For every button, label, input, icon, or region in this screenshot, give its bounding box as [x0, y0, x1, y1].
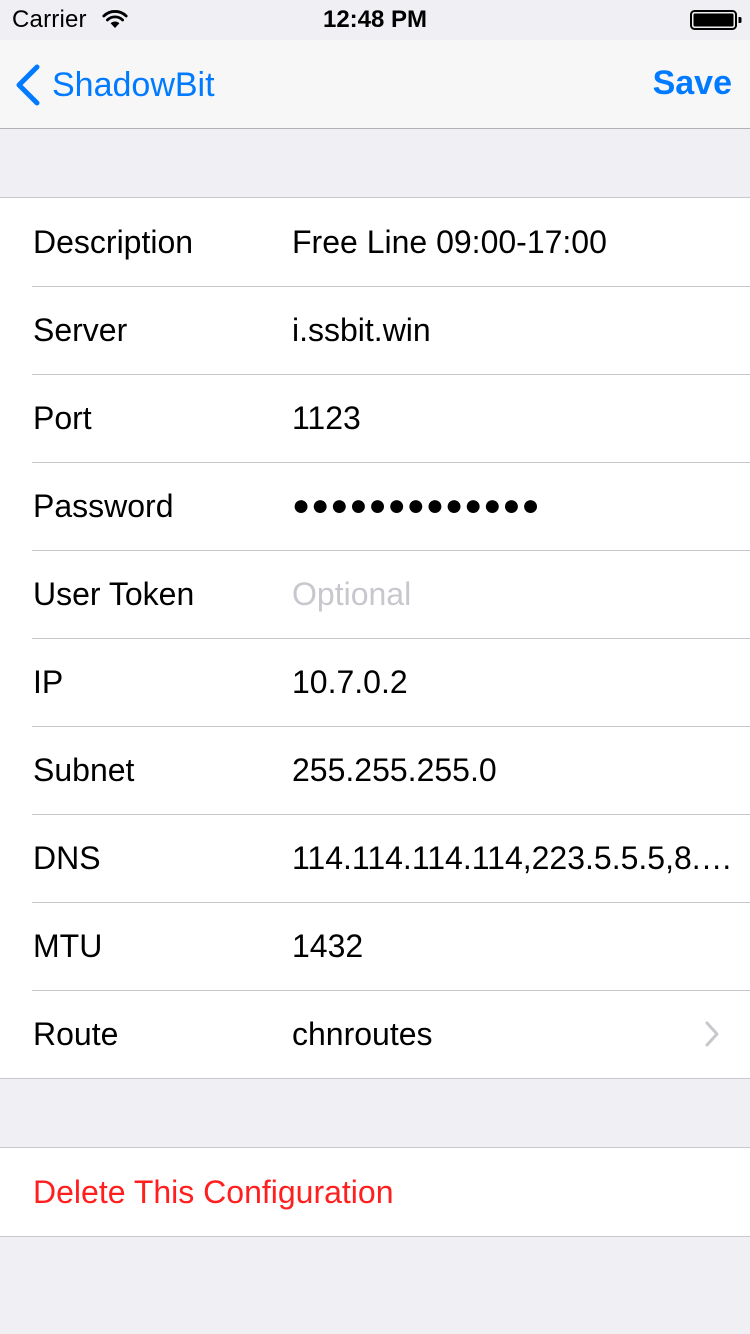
back-button[interactable]: ShadowBit [14, 62, 215, 108]
user-token-field[interactable]: Optional [292, 550, 750, 638]
save-button[interactable]: Save [653, 64, 732, 103]
dns-field[interactable]: 114.114.114.114,223.5.5.5,8.8… [292, 814, 750, 902]
dns-label: DNS [33, 840, 101, 876]
password-label: Password [33, 488, 174, 524]
route-value: chnroutes [292, 1016, 433, 1052]
configuration-form: Description Free Line 09:00-17:00 Server… [0, 197, 750, 1079]
delete-configuration-button[interactable]: Delete This Configuration [33, 1148, 394, 1236]
back-chevron-icon [16, 64, 40, 106]
status-bar: Carrier 12:48 PM [0, 0, 750, 40]
description-field[interactable]: Free Line 09:00-17:00 [292, 198, 750, 286]
description-row[interactable]: Description Free Line 09:00-17:00 [0, 198, 750, 286]
battery-icon [690, 10, 742, 30]
ip-row[interactable]: IP 10.7.0.2 [0, 638, 750, 726]
port-field[interactable]: 1123 [292, 374, 750, 462]
port-row[interactable]: Port 1123 [0, 374, 750, 462]
subnet-field[interactable]: 255.255.255.0 [292, 726, 750, 814]
chevron-right-icon [705, 1021, 719, 1047]
server-row[interactable]: Server i.ssbit.win [0, 286, 750, 374]
mtu-row[interactable]: MTU 1432 [0, 902, 750, 990]
navigation-bar: ShadowBit Save [0, 40, 750, 129]
password-field[interactable]: ●●●●●●●●●●●●● [292, 462, 750, 550]
mtu-field[interactable]: 1432 [292, 902, 750, 990]
ip-field[interactable]: 10.7.0.2 [292, 638, 750, 726]
route-row[interactable]: Route chnroutes [0, 990, 750, 1078]
user-token-label: User Token [33, 576, 195, 612]
server-label: Server [33, 312, 128, 348]
port-label: Port [33, 400, 92, 436]
ip-label: IP [33, 664, 64, 700]
dns-row[interactable]: DNS 114.114.114.114,223.5.5.5,8.8… [0, 814, 750, 902]
route-label: Route [33, 1016, 119, 1052]
status-time: 12:48 PM [322, 6, 428, 33]
subnet-row[interactable]: Subnet 255.255.255.0 [0, 726, 750, 814]
user-token-row[interactable]: User Token Optional [0, 550, 750, 638]
mtu-label: MTU [33, 928, 103, 964]
server-field[interactable]: i.ssbit.win [292, 286, 750, 374]
delete-section: Delete This Configuration [0, 1147, 750, 1237]
password-row[interactable]: Password ●●●●●●●●●●●●● [0, 462, 750, 550]
subnet-label: Subnet [33, 752, 135, 788]
description-label: Description [33, 224, 194, 260]
back-button-label: ShadowBit [52, 65, 215, 104]
